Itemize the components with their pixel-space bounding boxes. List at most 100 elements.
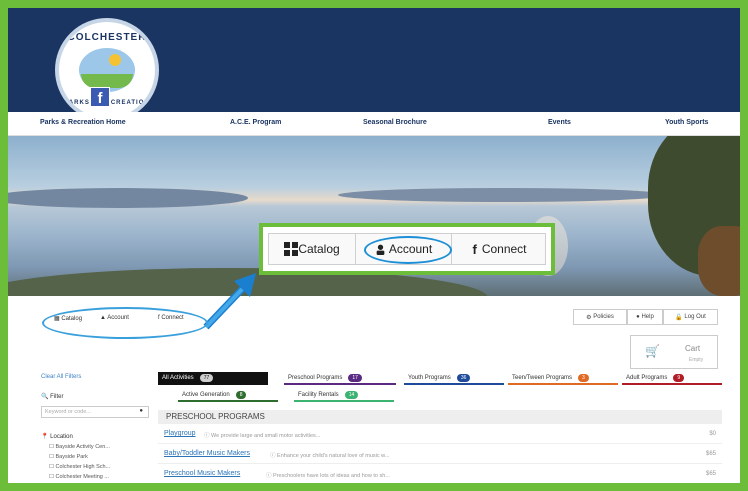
filter-label-text: Filter [50,394,64,400]
category-tabs: All Activities 77 Preschool Programs 17 Yo… [158,372,722,386]
program-description-text: Preschoolers have lots of ideas and how … [273,473,390,479]
location-option-label: Bayside Park [55,454,88,460]
tab-label: Active Generation [182,391,230,398]
info-icon: ⓘ [270,453,276,459]
tab-label: Youth Programs [408,374,451,381]
logo-text-top: COLCHESTER [67,32,147,43]
info-icon: ⓘ [204,433,210,439]
tab-facility-rentals[interactable]: Facility Rentals 14 [294,389,394,402]
nav-home[interactable]: Parks & Recreation Home [40,119,126,126]
program-price: $65 [705,451,716,457]
location-option[interactable]: ☐ Bayside Park [49,454,88,460]
tab-label: Adult Programs [626,374,668,381]
location-option-label: Colchester High Sch... [55,464,111,470]
page-frame: COLCHESTER PARKS & RECREATION f Parks & … [0,0,748,491]
cart-icon: 🛒 [645,344,660,358]
hero-catalog-button[interactable]: Catalog [269,234,356,264]
location-option-label: Bayside Activity Cen... [55,444,110,450]
search-go-icon[interactable]: ● [139,408,143,414]
program-description-text: Enhance your child's natural love of mus… [277,453,390,459]
location-option[interactable]: ☐ Colchester High Sch... [49,464,110,470]
map-pin-icon: 📍 [41,434,49,440]
main-nav: Parks & Recreation Home A.C.E. Program S… [8,112,740,136]
cart-widget[interactable]: 🛒 Cart Empty [630,335,718,369]
policies-label: Policies [593,314,614,320]
facebook-icon[interactable]: f [90,87,110,107]
logout-button[interactable]: 🔓 Log Out [663,309,718,325]
tab-adult[interactable]: Adult Programs 9 [622,372,722,385]
logo-ground [81,74,133,88]
info-icon: ⓘ [266,473,272,479]
tab-count-badge: 36 [456,373,471,382]
small-catalog-button[interactable]: ▦ Catalog [54,315,82,322]
location-option[interactable]: ☐ Colchester Meeting ... [49,474,109,480]
hero-button-bar: Catalog Account f Connect [268,233,546,265]
help-icon: ● [636,314,640,320]
list-item[interactable]: Playgroup ⓘ We provide large and small m… [158,426,722,444]
keyword-search-input[interactable]: Keyword or code... ● [41,406,149,418]
help-label: Help [641,314,654,320]
program-name-link[interactable]: Preschool Music Makers [164,470,240,477]
tab-active-generation[interactable]: Active Generation 8 [178,389,278,402]
logout-label: Log Out [684,314,706,320]
facebook-f-icon: f [472,241,477,257]
location-label-text: Location [50,434,73,440]
tab-count-badge: 77 [199,373,214,382]
program-description: ⓘ We provide large and small motor activ… [204,431,320,439]
search-icon: 🔍 [41,394,49,400]
site-header: COLCHESTER PARKS & RECREATION f [8,8,740,122]
hero-catalog-label: Catalog [298,242,340,256]
hero-button-bar-highlight: Catalog Account f Connect [259,223,555,275]
grid-icon [284,242,299,256]
small-connect-button[interactable]: f Connect [158,315,184,321]
program-name-link[interactable]: Baby/Toddler Music Makers [164,450,250,457]
nav-brochure[interactable]: Seasonal Brochure [363,119,427,126]
tab-preschool[interactable]: Preschool Programs 17 [284,372,396,385]
tab-count-badge: 8 [235,390,247,399]
tab-count-badge: 17 [348,373,362,382]
hero-connect-label: Connect [481,242,527,256]
location-option[interactable]: ☐ Bayside Activity Cen... [49,444,110,450]
filter-label: 🔍 Filter [41,393,64,400]
location-label: 📍 Location [41,433,73,440]
small-account-button[interactable]: ▲ Account [100,315,129,321]
program-name-link[interactable]: Playgroup [164,430,196,437]
nav-youth-sports[interactable]: Youth Sports [665,119,708,126]
tab-count-badge: 9 [673,373,685,382]
small-catalog-label: Catalog [61,316,83,322]
program-price: $65 [705,471,716,477]
keyword-placeholder: Keyword or code... [45,409,91,415]
tab-count-badge: 14 [344,390,359,399]
help-button[interactable]: ● Help [627,309,663,325]
program-description-text: We provide large and small motor activit… [211,433,321,439]
tab-label: All Activities [162,374,194,381]
cart-label: Cart [685,344,701,353]
nav-ace[interactable]: A.C.E. Program [230,119,281,126]
nav-events[interactable]: Events [548,119,571,126]
tab-all-activities[interactable]: All Activities 77 [158,372,268,385]
list-item[interactable]: Preschool Music Makers ⓘ Preschoolers ha… [158,466,722,483]
program-description: ⓘ Preschoolers have lots of ideas and ho… [266,471,390,479]
program-description: ⓘ Enhance your child's natural love of m… [270,451,389,459]
program-price: $0 [709,431,716,437]
small-account-label: Account [107,315,129,321]
tab-label: Facility Rentals [298,391,339,398]
logo-sun [109,54,121,66]
policies-button[interactable]: ⚙ Policies [573,309,627,325]
tab-youth[interactable]: Youth Programs 36 [404,372,504,385]
hero-hill-left [8,188,248,208]
lock-icon: 🔓 [675,314,683,321]
hero-hill-right [338,188,668,202]
policies-icon: ⚙ [586,314,592,321]
hero-connect-button[interactable]: f Connect [452,234,547,264]
tab-label: Teen/Tween Programs [512,374,573,381]
hero-tree-autumn [698,226,740,296]
tab-teen-tween[interactable]: Teen/Tween Programs 3 [508,372,618,385]
section-header: PRESCHOOL PROGRAMS [158,410,722,424]
clear-filters-link[interactable]: Clear All Filters [41,374,81,380]
account-highlight-oval [364,236,452,264]
list-item[interactable]: Baby/Toddler Music Makers ⓘ Enhance your… [158,446,722,464]
location-option-label: Colchester Meeting ... [55,474,109,480]
tab-count-badge: 3 [578,373,589,382]
small-bar-highlight-oval [42,307,208,339]
